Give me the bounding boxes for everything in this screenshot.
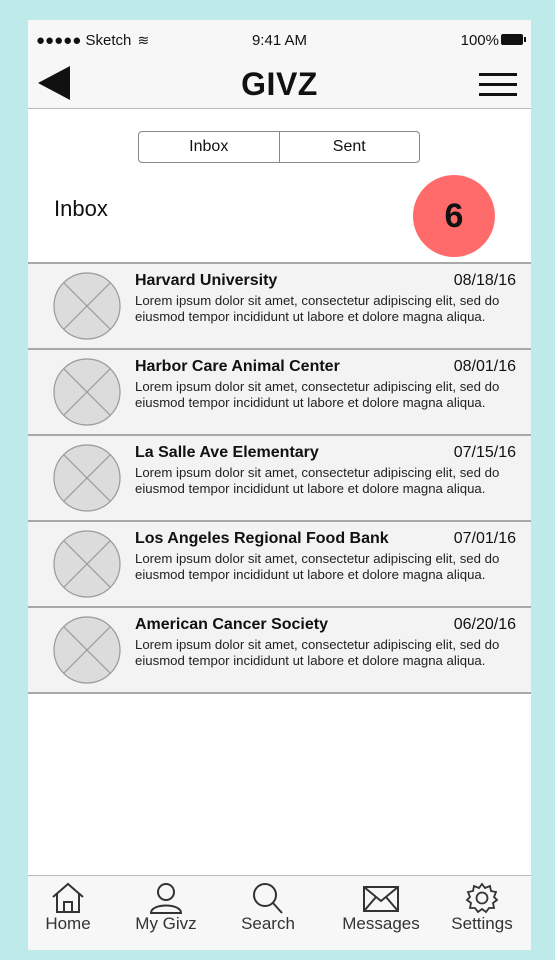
gear-icon xyxy=(465,882,499,914)
tab-my-givz-label: My Givz xyxy=(135,914,197,933)
sender-name: Harbor Care Animal Center xyxy=(135,358,340,375)
message-row[interactable]: Harvard University 08/18/16 Lorem ipsum … xyxy=(28,262,531,348)
avatar-placeholder-icon xyxy=(53,530,121,598)
avatar-placeholder-icon xyxy=(53,444,121,512)
unread-count-badge: 6 xyxy=(413,175,495,257)
home-icon xyxy=(52,882,84,913)
message-row[interactable]: Los Angeles Regional Food Bank 07/01/16 … xyxy=(28,520,531,606)
tab-search[interactable]: Search xyxy=(220,882,316,934)
tab-settings-label: Settings xyxy=(451,914,513,933)
envelope-icon xyxy=(363,886,399,912)
message-snippet: Lorem ipsum dolor sit amet, consectetur … xyxy=(135,465,500,496)
tab-messages-label: Messages xyxy=(342,914,420,933)
tab-home[interactable]: Home xyxy=(28,882,116,934)
battery-icon xyxy=(501,34,526,45)
section-title: Inbox xyxy=(54,196,108,221)
message-row[interactable]: American Cancer Society 06/20/16 Lorem i… xyxy=(28,606,531,694)
segment-inbox[interactable]: Inbox xyxy=(139,132,279,162)
sender-name: American Cancer Society xyxy=(135,616,328,633)
status-time: 9:41 AM xyxy=(251,32,308,49)
message-row[interactable]: La Salle Ave Elementary 07/15/16 Lorem i… xyxy=(28,434,531,520)
message-row[interactable]: Harbor Care Animal Center 08/01/16 Lorem… xyxy=(28,348,531,434)
message-snippet: Lorem ipsum dolor sit amet, consectetur … xyxy=(135,379,500,410)
sender-name: Harvard University xyxy=(135,272,278,289)
message-date: 07/15/16 xyxy=(453,444,516,461)
search-icon xyxy=(253,883,283,914)
battery-percent: 100% xyxy=(460,32,499,49)
tab-search-label: Search xyxy=(241,914,295,933)
bottom-tab-bar: Home My Givz Search Messages Settings xyxy=(28,875,531,950)
message-date: 08/01/16 xyxy=(453,358,516,375)
status-bar: ●●●●● Sketch ≋ 9:41 AM 100% xyxy=(28,20,531,60)
tab-home-label: Home xyxy=(45,914,91,933)
avatar-placeholder-icon xyxy=(53,616,121,684)
message-date: 07/01/16 xyxy=(453,530,516,547)
message-date: 08/18/16 xyxy=(453,272,516,289)
tab-my-givz[interactable]: My Givz xyxy=(118,882,214,934)
message-snippet: Lorem ipsum dolor sit amet, consectetur … xyxy=(135,293,500,324)
segment-sent[interactable]: Sent xyxy=(278,132,420,162)
message-snippet: Lorem ipsum dolor sit amet, consectetur … xyxy=(135,551,500,582)
phone-screen: ●●●●● Sketch ≋ 9:41 AM 100% GIVZ Inbox S… xyxy=(28,20,531,950)
nav-bar: GIVZ xyxy=(28,60,531,109)
hamburger-menu-icon[interactable] xyxy=(479,68,517,98)
message-date: 06/20/16 xyxy=(453,616,516,633)
tab-messages[interactable]: Messages xyxy=(333,882,429,934)
app-title: GIVZ xyxy=(241,66,318,102)
avatar-placeholder-icon xyxy=(53,272,121,340)
message-list: Harvard University 08/18/16 Lorem ipsum … xyxy=(28,262,531,694)
sender-name: La Salle Ave Elementary xyxy=(135,444,319,461)
tab-settings[interactable]: Settings xyxy=(434,882,530,934)
inbox-sent-segmented-control: Inbox Sent xyxy=(138,131,420,163)
person-icon xyxy=(149,883,183,914)
sender-name: Los Angeles Regional Food Bank xyxy=(135,530,389,547)
avatar-placeholder-icon xyxy=(53,358,121,426)
message-snippet: Lorem ipsum dolor sit amet, consectetur … xyxy=(135,637,500,668)
